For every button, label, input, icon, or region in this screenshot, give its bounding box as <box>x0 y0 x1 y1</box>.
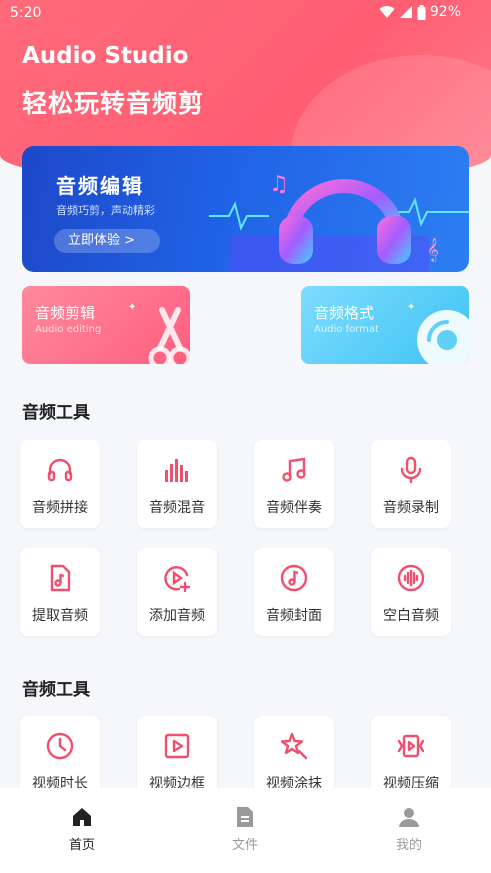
banner-subtitle: 音频巧剪，声动精彩 <box>56 204 155 217</box>
music-disc-icon <box>280 564 308 592</box>
music-note-icon <box>282 457 306 482</box>
nav-label: 我的 <box>395 838 422 853</box>
app-title: Audio Studio <box>22 43 189 69</box>
banner-title: 音频编辑 <box>56 174 144 198</box>
try-now-button[interactable]: 立即体验 > <box>54 229 160 253</box>
video-compress-icon <box>397 734 425 758</box>
user-icon <box>399 808 419 827</box>
audio-format-subtitle: Audio format <box>314 324 379 335</box>
tool-add-audio[interactable]: 添加音频 <box>137 548 217 636</box>
nav-files[interactable]: 文件 <box>215 806 275 853</box>
svg-text:✦: ✦ <box>407 302 415 313</box>
tool-label: 提取音频 <box>32 608 88 624</box>
equalizer-icon <box>165 459 188 482</box>
tool-blank-audio[interactable]: 空白音频 <box>371 548 451 636</box>
audio-editing-card[interactable]: 音频剪辑 Audio editing ✦ <box>22 286 190 364</box>
headphones-illustration: ♫ 𝄞 <box>209 172 469 272</box>
tool-audio-mix[interactable]: 音频混音 <box>137 440 217 528</box>
tool-audio-cover[interactable]: 音频封面 <box>254 548 334 636</box>
video-frame-icon <box>164 733 190 759</box>
tool-label: 音频伴奏 <box>266 500 322 516</box>
headphones-icon <box>47 458 73 482</box>
tool-audio-record[interactable]: 音频录制 <box>371 440 451 528</box>
tool-label: 音频拼接 <box>32 500 88 516</box>
nav-label: 首页 <box>68 838 95 853</box>
section-title-audio-tools: 音频工具 <box>22 403 90 423</box>
play-add-icon <box>164 566 191 592</box>
tool-label: 音频封面 <box>266 608 322 624</box>
tool-extract-audio[interactable]: 提取音频 <box>20 548 100 636</box>
battery-percent: 92% <box>429 4 461 20</box>
microphone-icon <box>400 456 422 484</box>
promo-banner[interactable]: 音频编辑 音频巧剪，声动精彩 立即体验 > ♫ 𝄞 <box>22 146 469 272</box>
audio-format-card[interactable]: 音频格式 Audio format ✦ <box>301 286 469 364</box>
nav-home[interactable]: 首页 <box>52 806 112 853</box>
clock-icon <box>46 732 74 760</box>
tool-label: 音频混音 <box>149 500 205 516</box>
svg-text:✦: ✦ <box>128 302 136 313</box>
audio-editing-title: 音频剪辑 <box>35 304 96 322</box>
svg-text:♫: ♫ <box>269 172 289 197</box>
tool-label: 空白音频 <box>383 608 439 624</box>
signal-icon <box>399 6 412 18</box>
status-icons: 92% <box>379 4 461 20</box>
tool-label: 音频录制 <box>383 500 439 516</box>
svg-text:𝄞: 𝄞 <box>427 237 439 262</box>
file-icon <box>237 807 253 827</box>
nav-label: 文件 <box>231 838 258 853</box>
section-title-video-tools: 音频工具 <box>22 680 90 700</box>
tool-audio-splice[interactable]: 音频拼接 <box>20 440 100 528</box>
tool-audio-accompaniment[interactable]: 音频伴奏 <box>254 440 334 528</box>
tool-label: 添加音频 <box>149 608 205 624</box>
nav-profile[interactable]: 我的 <box>379 806 439 853</box>
music-file-icon <box>50 564 71 592</box>
bottom-navigation: 首页 文件 我的 <box>0 788 491 873</box>
audio-format-title: 音频格式 <box>314 304 375 322</box>
home-icon <box>73 808 91 826</box>
app-subtitle: 轻松玩转音频剪 <box>22 89 205 118</box>
status-bar: 5:20 92% <box>0 0 491 28</box>
scissors-icon: ✦ <box>128 302 190 364</box>
wifi-icon <box>379 6 395 19</box>
status-time: 5:20 <box>10 5 42 21</box>
battery-icon <box>417 4 426 20</box>
magic-star-icon <box>280 732 308 760</box>
disc-icon: ✦ <box>407 302 469 364</box>
waveform-icon <box>397 564 425 592</box>
audio-editing-subtitle: Audio editing <box>35 324 102 335</box>
